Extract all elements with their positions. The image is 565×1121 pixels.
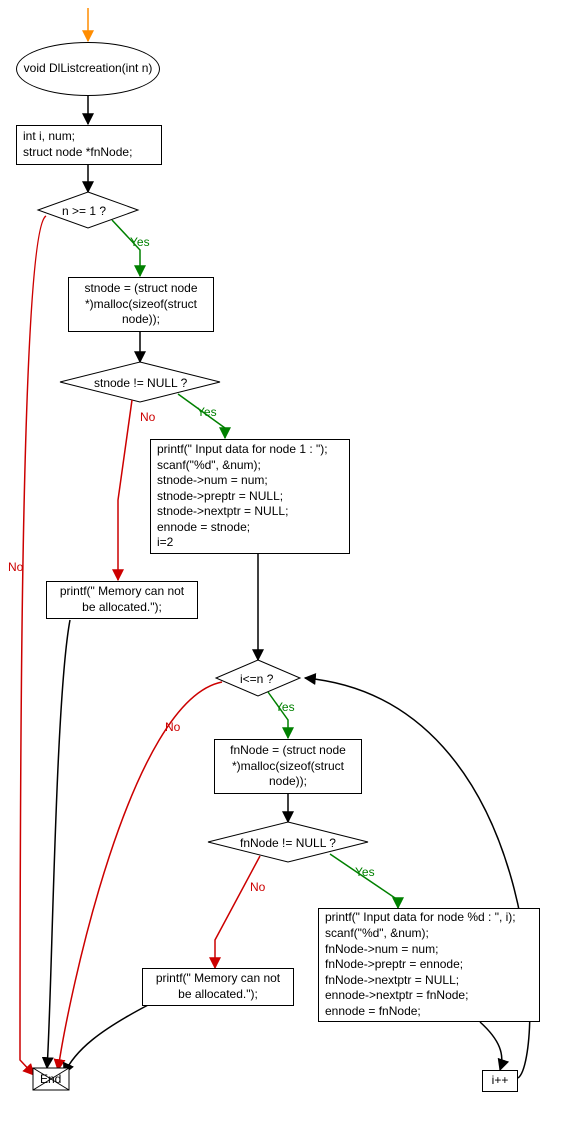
cond-n-no-label: No: [8, 560, 23, 574]
cond-n-yes-label: Yes: [130, 235, 150, 249]
decision-stnode-null-text: stnode != NULL ?: [94, 376, 187, 390]
memory-error-2: printf(" Memory can not be allocated.");: [142, 968, 294, 1006]
memory-error-1-text: printf(" Memory can not be allocated.");: [53, 584, 191, 615]
memory-error-2-text: printf(" Memory can not be allocated.");: [149, 971, 287, 1002]
variable-declaration-text: int i, num; struct node *fnNode;: [23, 129, 132, 160]
decision-loop: i<=n ?: [240, 672, 273, 688]
decision-stnode-null: stnode != NULL ?: [94, 376, 187, 392]
malloc-stnode-text: stnode = (struct node *)malloc(sizeof(st…: [75, 281, 207, 328]
cond-fn-no-label: No: [250, 880, 265, 894]
decision-n-ge-1: n >= 1 ?: [62, 204, 106, 220]
decision-fnnode-null: fnNode != NULL ?: [240, 836, 336, 852]
loop-body: printf(" Input data for node %d : ", i);…: [318, 908, 540, 1022]
decision-n-ge-1-text: n >= 1 ?: [62, 204, 106, 218]
cond-loop-no-label: No: [165, 720, 180, 734]
loop-body-text: printf(" Input data for node %d : ", i);…: [325, 910, 516, 1019]
memory-error-1: printf(" Memory can not be allocated.");: [46, 581, 198, 619]
variable-declaration: int i, num; struct node *fnNode;: [16, 125, 162, 165]
function-declaration: void DlListcreation(int n): [16, 42, 160, 96]
end-label: End: [40, 1072, 61, 1086]
cond-fn-yes-label: Yes: [355, 865, 375, 879]
cond-st-no-label: No: [140, 410, 155, 424]
init-stnode: printf(" Input data for node 1 : "); sca…: [150, 439, 350, 554]
decision-loop-text: i<=n ?: [240, 672, 273, 686]
malloc-stnode: stnode = (struct node *)malloc(sizeof(st…: [68, 277, 214, 332]
malloc-fnnode-text: fnNode = (struct node *)malloc(sizeof(st…: [221, 743, 355, 790]
decision-fnnode-null-text: fnNode != NULL ?: [240, 836, 336, 850]
init-stnode-text: printf(" Input data for node 1 : "); sca…: [157, 442, 328, 551]
increment-text: i++: [492, 1073, 509, 1089]
increment: i++: [482, 1070, 518, 1092]
function-declaration-text: void DlListcreation(int n): [24, 61, 153, 77]
cond-st-yes-label: Yes: [197, 405, 217, 419]
malloc-fnnode: fnNode = (struct node *)malloc(sizeof(st…: [214, 739, 362, 794]
cond-loop-yes-label: Yes: [275, 700, 295, 714]
